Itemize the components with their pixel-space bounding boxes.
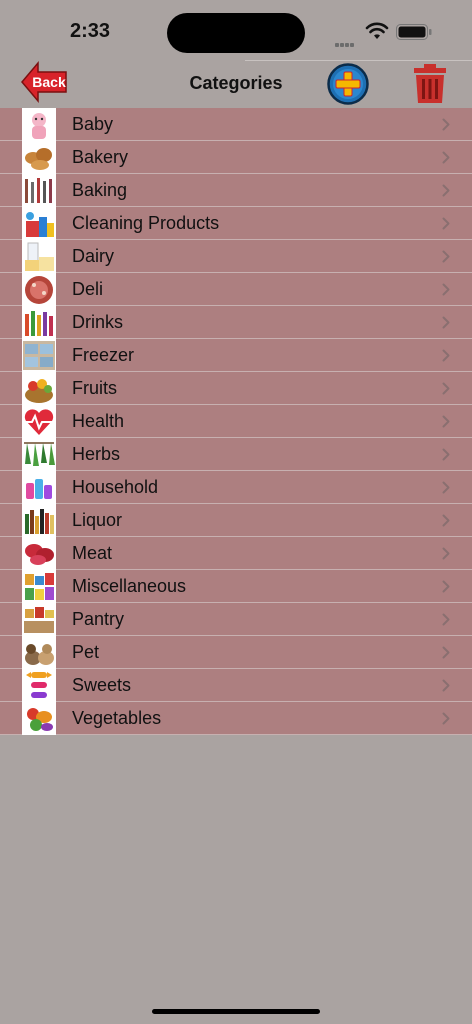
navigation-bar: Back Categories [0,60,472,108]
page-title: Categories [189,73,283,93]
herbs-icon [22,438,56,471]
category-label: Pet [72,642,100,662]
chevron-right-icon [442,382,450,400]
drink-bottles-icon [22,306,56,339]
chevron-right-icon [442,349,450,367]
chevron-right-icon [442,613,450,631]
back-button[interactable]: Back [20,60,68,104]
category-row[interactable]: Fruits [0,372,472,405]
category-label: Household [72,477,159,497]
category-label: Baking [72,180,128,200]
chevron-right-icon [442,514,450,532]
status-time: 2:33 [69,20,111,42]
category-row[interactable]: Cleaning Products [0,207,472,240]
category-row[interactable]: Drinks [0,306,472,339]
chevron-right-icon [442,118,450,136]
category-label: Cleaning Products [72,213,220,233]
chevron-right-icon [442,448,450,466]
add-category-button[interactable] [327,63,369,105]
category-row[interactable]: Sweets [0,669,472,702]
household-icon [22,471,56,504]
delete-button[interactable] [412,62,448,104]
category-row[interactable]: Pantry [0,603,472,636]
candy-icon [22,669,56,702]
nav-divider [245,60,472,61]
category-label: Fruits [72,378,117,398]
pantry-icon [22,603,56,636]
chevron-right-icon [442,679,450,697]
chevron-right-icon [442,184,450,202]
chevron-right-icon [442,481,450,499]
category-label: Pantry [72,609,125,629]
liquor-bottles-icon [22,504,56,537]
category-row[interactable]: Household [0,471,472,504]
category-row[interactable]: Herbs [0,438,472,471]
chevron-right-icon [442,580,450,598]
vegetables-icon [22,702,56,735]
chevron-right-icon [442,547,450,565]
milk-cheese-icon [22,240,56,273]
meat-icon [22,537,56,570]
category-row[interactable]: Baking [0,174,472,207]
category-label: Liquor [72,510,123,530]
category-row[interactable]: Meat [0,537,472,570]
category-label: Bakery [72,147,129,167]
category-label: Drinks [72,312,124,332]
fruit-basket-icon [22,372,56,405]
category-label: Deli [72,279,104,299]
category-row[interactable]: Vegetables [0,702,472,735]
wifi-icon [365,22,389,45]
category-row[interactable]: Liquor [0,504,472,537]
category-row[interactable]: Health [0,405,472,438]
cleaning-icon [22,207,56,240]
category-row[interactable]: Baby [0,108,472,141]
category-label: Dairy [72,246,115,266]
category-row[interactable]: Miscellaneous [0,570,472,603]
chevron-right-icon [442,646,450,664]
chevron-right-icon [442,316,450,334]
groceries-icon [22,570,56,603]
category-label: Sweets [72,675,132,695]
chevron-right-icon [442,217,450,235]
chevron-right-icon [442,283,450,301]
category-list: Baby Bakery Baking Cleaning Products Dairy De… [0,108,472,735]
category-label: Herbs [72,444,121,464]
dynamic-island [167,13,305,53]
category-label: Vegetables [72,708,162,728]
chevron-right-icon [442,151,450,169]
utensils-icon [22,174,56,207]
cellular-signal-icon [335,34,355,52]
battery-icon [396,24,432,45]
home-indicator[interactable] [152,1009,320,1014]
category-label: Health [72,411,125,431]
chevron-right-icon [442,712,450,730]
chevron-right-icon [442,250,450,268]
pets-icon [22,636,56,669]
category-label: Meat [72,543,113,563]
bread-icon [22,141,56,174]
category-label: Miscellaneous [72,576,187,596]
category-label: Baby [72,114,114,134]
category-label: Freezer [72,345,135,365]
trash-icon [414,64,446,103]
category-row[interactable]: Bakery [0,141,472,174]
category-row[interactable]: Freezer [0,339,472,372]
status-bar: 2:33 [0,0,472,60]
plus-icon [327,63,369,105]
category-row[interactable]: Pet [0,636,472,669]
category-row[interactable]: Dairy [0,240,472,273]
back-button-label: Back [32,74,66,90]
baby-icon [22,108,56,141]
chevron-right-icon [442,415,450,433]
heart-pulse-icon [22,405,56,438]
freezer-icon [22,339,56,372]
category-row[interactable]: Deli [0,273,472,306]
deli-meat-icon [22,273,56,306]
